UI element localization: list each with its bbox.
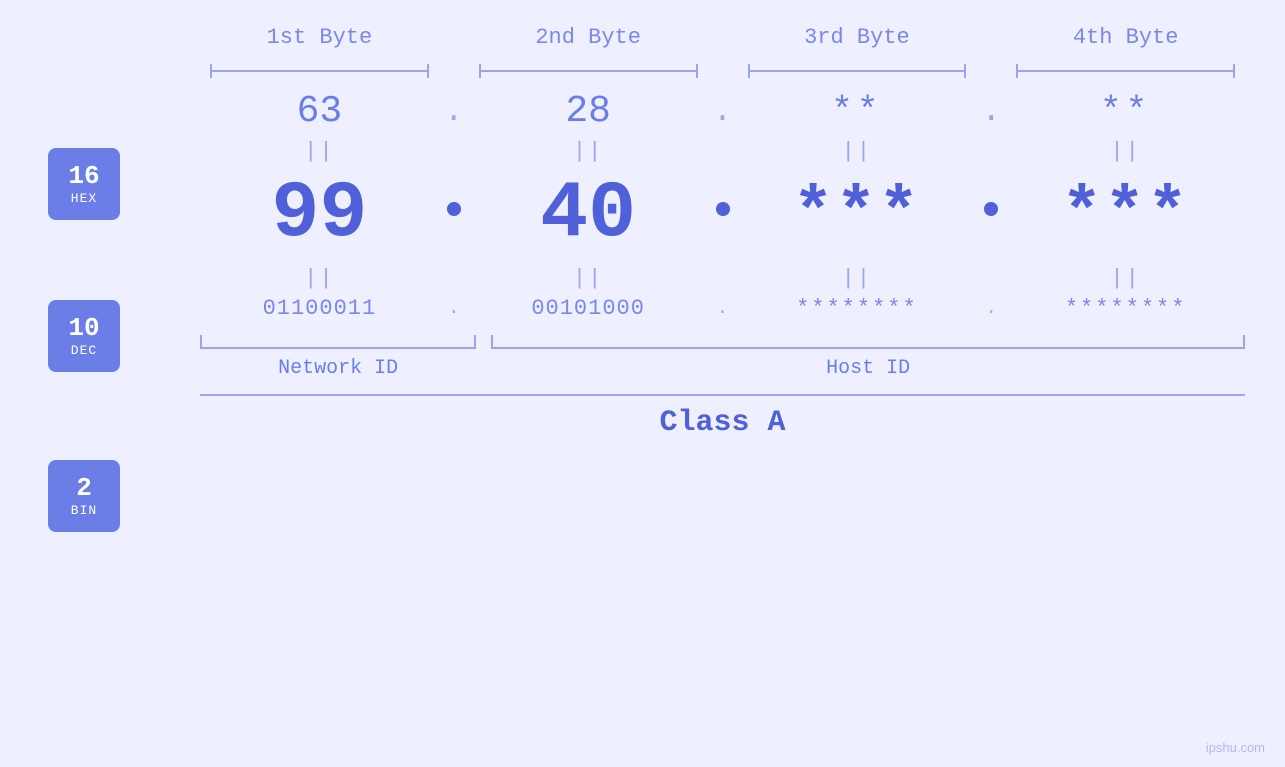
pipe-1-1: || bbox=[200, 139, 439, 164]
top-bracket-row bbox=[200, 60, 1245, 80]
hex-byte-1: 63 bbox=[200, 90, 439, 133]
dec-dot-filled-2 bbox=[716, 202, 730, 216]
network-bracket bbox=[200, 329, 476, 349]
bin-dot-1: . bbox=[439, 299, 469, 319]
bin-byte-2: 00101000 bbox=[469, 296, 708, 321]
dec-byte-4: *** bbox=[1006, 176, 1245, 253]
bin-byte-1: 01100011 bbox=[200, 296, 439, 321]
hex-dot-1: . bbox=[439, 93, 469, 130]
hex-badge-label: HEX bbox=[71, 191, 97, 206]
pipe-1-4: || bbox=[1006, 139, 1245, 164]
dec-byte-1: 99 bbox=[200, 169, 439, 260]
bracket-2 bbox=[479, 60, 698, 80]
hex-dot-3: . bbox=[976, 93, 1006, 130]
col-header-1: 1st Byte bbox=[200, 25, 439, 50]
watermark: ipshu.com bbox=[1206, 740, 1265, 755]
bin-badge: 2 BIN bbox=[48, 460, 120, 532]
pipe-row-2: || || || || bbox=[200, 260, 1245, 296]
bin-dot-2: . bbox=[708, 299, 738, 319]
hex-badge-number: 16 bbox=[68, 162, 99, 191]
bin-dot-3: . bbox=[976, 299, 1006, 319]
dec-badge-label: DEC bbox=[71, 343, 97, 358]
pipe-2-1: || bbox=[200, 266, 439, 291]
pipe-2-4: || bbox=[1006, 266, 1245, 291]
hex-badge: 16 HEX bbox=[48, 148, 120, 220]
dec-byte-3: *** bbox=[738, 176, 977, 253]
pipe-2-3: || bbox=[738, 266, 977, 291]
id-labels-row: Network ID Host ID bbox=[200, 357, 1245, 380]
class-section: Class A bbox=[200, 394, 1245, 440]
pipe-row-1: || || || || bbox=[200, 133, 1245, 169]
host-id-label: Host ID bbox=[491, 357, 1245, 380]
host-bracket bbox=[491, 329, 1245, 349]
pipe-1-2: || bbox=[469, 139, 708, 164]
bin-badge-label: BIN bbox=[71, 503, 97, 518]
column-headers: 1st Byte 2nd Byte 3rd Byte 4th Byte bbox=[200, 25, 1245, 50]
class-label: Class A bbox=[200, 406, 1245, 440]
dec-dot-filled-3 bbox=[984, 202, 998, 216]
class-line bbox=[200, 394, 1245, 396]
bracket-3 bbox=[748, 60, 967, 80]
bottom-bracket-row bbox=[200, 329, 1245, 349]
bin-byte-4: ******** bbox=[1006, 296, 1245, 321]
bin-value-row: 01100011 . 00101000 . ******** . *******… bbox=[200, 296, 1245, 321]
hex-value-row: 63 . 28 . ** . ** bbox=[200, 90, 1245, 133]
dec-dot-1 bbox=[439, 202, 469, 228]
rows-container: 1st Byte 2nd Byte 3rd Byte 4th Byte 63 .… bbox=[200, 25, 1245, 440]
bracket-1 bbox=[210, 60, 429, 80]
pipe-2-2: || bbox=[469, 266, 708, 291]
main-container: 16 HEX 10 DEC 2 BIN 1st Byte 2nd Byte 3r… bbox=[0, 0, 1285, 767]
pipe-1-3: || bbox=[738, 139, 977, 164]
bracket-4 bbox=[1016, 60, 1235, 80]
hex-byte-2: 28 bbox=[469, 90, 708, 133]
dec-badge: 10 DEC bbox=[48, 300, 120, 372]
dec-dot-filled-1 bbox=[447, 202, 461, 216]
col-header-2: 2nd Byte bbox=[469, 25, 708, 50]
hex-byte-4: ** bbox=[1006, 91, 1245, 132]
dec-byte-2: 40 bbox=[469, 169, 708, 260]
bin-byte-3: ******** bbox=[738, 296, 977, 321]
dec-badge-number: 10 bbox=[68, 314, 99, 343]
bin-badge-number: 2 bbox=[76, 474, 92, 503]
col-header-4: 4th Byte bbox=[1006, 25, 1245, 50]
hex-byte-3: ** bbox=[738, 91, 977, 132]
dec-value-row: 99 40 *** *** bbox=[200, 169, 1245, 260]
network-id-label: Network ID bbox=[200, 357, 476, 380]
col-header-3: 3rd Byte bbox=[738, 25, 977, 50]
hex-dot-2: . bbox=[708, 93, 738, 130]
dec-dot-2 bbox=[708, 202, 738, 228]
dec-dot-3 bbox=[976, 202, 1006, 228]
